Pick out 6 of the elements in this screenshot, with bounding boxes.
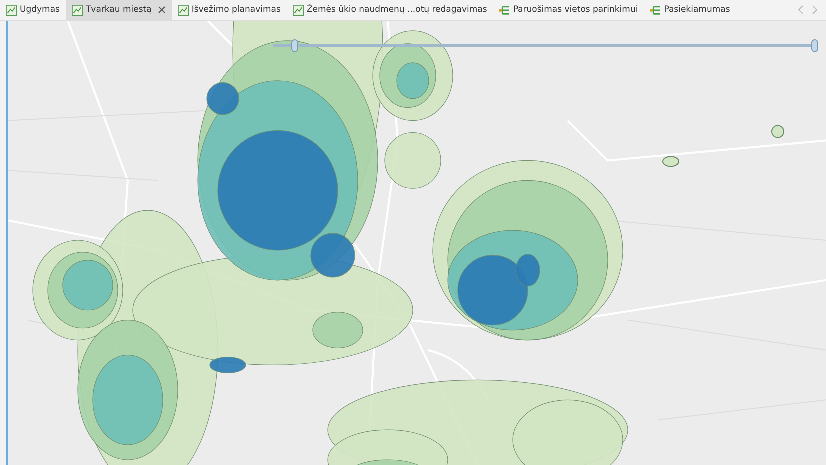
map-tab[interactable]: Tvarkau miestą (66, 0, 172, 20)
map-tab[interactable]: Išvežimo planavimas (172, 0, 287, 20)
map-tab[interactable]: Žemės ūkio naudmenų ...otų redagavimas (286, 0, 494, 20)
map-tab[interactable]: Pasiekiamumas (644, 0, 736, 20)
map-tab[interactable]: Ugdymas (0, 0, 66, 20)
map-tab[interactable]: Paruošimas vietos parinkimui (493, 0, 644, 20)
